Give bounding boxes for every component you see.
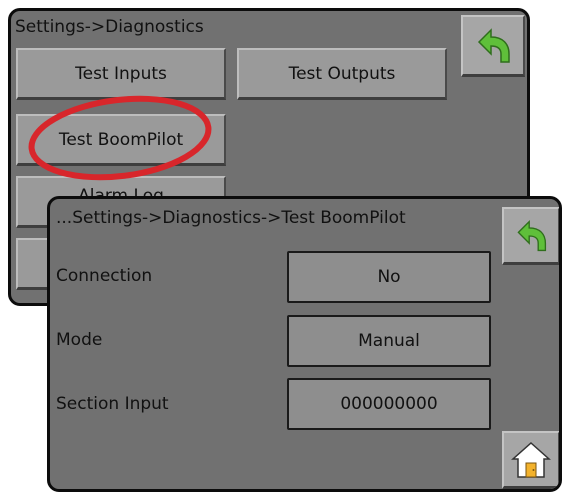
- home-icon: [511, 441, 551, 478]
- section-input-value: 000000000: [287, 378, 491, 430]
- back-arrow-icon: [477, 27, 510, 63]
- mode-label: Mode: [56, 330, 103, 350]
- section-input-label: Section Input: [56, 394, 169, 414]
- test-inputs-button[interactable]: Test Inputs: [16, 48, 226, 100]
- test-boompilot-button[interactable]: Test BoomPilot: [16, 114, 226, 166]
- back-button[interactable]: [461, 15, 525, 77]
- connection-label: Connection: [56, 266, 153, 286]
- page-title: ...Settings->Diagnostics->Test BoomPilot: [56, 208, 406, 228]
- page-title: Settings->Diagnostics: [15, 17, 204, 37]
- test-boompilot-screen: ...Settings->Diagnostics->Test BoomPilot…: [47, 196, 562, 492]
- back-button[interactable]: [502, 207, 559, 265]
- back-arrow-icon: [517, 219, 547, 251]
- test-outputs-button[interactable]: Test Outputs: [237, 48, 447, 100]
- mode-value: Manual: [287, 315, 491, 367]
- connection-value: No: [287, 251, 491, 303]
- home-button[interactable]: [502, 431, 559, 489]
